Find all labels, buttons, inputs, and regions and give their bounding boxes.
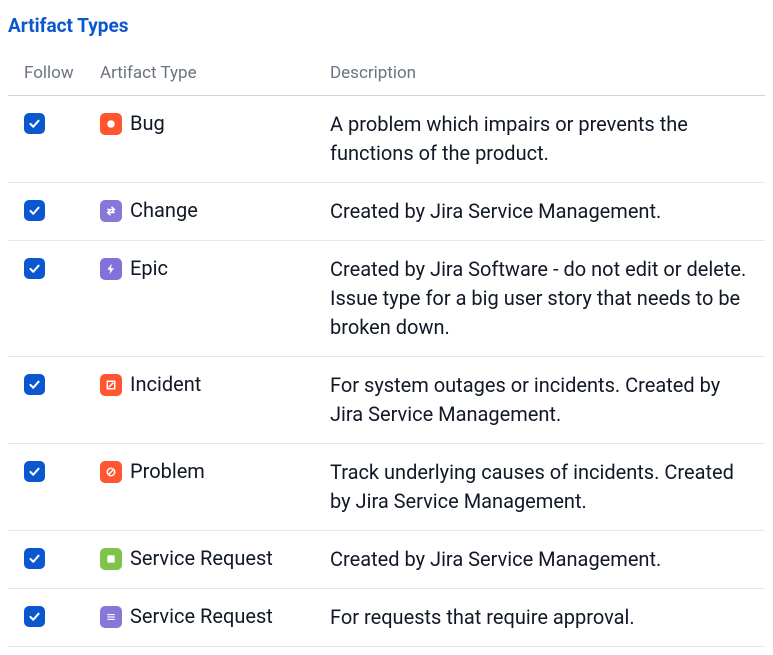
artifact-description: Created by Jira Service Management. — [330, 547, 661, 571]
artifact-type-name: Change — [130, 197, 198, 224]
artifact-description: A problem which impairs or prevents the … — [330, 112, 688, 165]
follow-checkbox[interactable] — [24, 374, 45, 395]
table-row: Service Request Created by Jira Service M… — [8, 531, 765, 589]
bug-icon — [100, 113, 122, 135]
follow-checkbox[interactable] — [24, 258, 45, 279]
table-row: Change Created by Jira Service Management… — [8, 183, 765, 241]
artifact-description: For requests that require approval. — [330, 605, 635, 629]
page-title: Artifact Types — [8, 14, 765, 37]
change-icon — [100, 200, 122, 222]
follow-checkbox[interactable] — [24, 461, 45, 482]
artifact-description: Created by Jira Software - do not edit o… — [330, 257, 746, 339]
artifact-description: Track underlying causes of incidents. Cr… — [330, 460, 734, 513]
artifact-type-name: Epic — [130, 255, 168, 282]
column-header-description: Description — [318, 55, 765, 96]
follow-checkbox[interactable] — [24, 113, 45, 134]
column-header-artifact-type: Artifact Type — [88, 55, 318, 96]
table-row: Service Request For requests that require… — [8, 589, 765, 647]
artifact-type-name: Service Request — [130, 545, 273, 572]
artifact-type-name: Incident — [130, 371, 201, 398]
service-request-approval-icon — [100, 606, 122, 628]
follow-checkbox[interactable] — [24, 548, 45, 569]
artifact-description: For system outages or incidents. Created… — [330, 373, 720, 426]
table-row: Incident For system outages or incidents.… — [8, 357, 765, 444]
table-row: Problem Track underlying causes of incide… — [8, 444, 765, 531]
artifact-type-name: Bug — [130, 110, 165, 137]
epic-icon — [100, 258, 122, 280]
artifact-type-name: Problem — [130, 458, 205, 485]
artifact-type-name: Service Request — [130, 603, 273, 630]
service-request-icon — [100, 548, 122, 570]
column-header-follow: Follow — [8, 55, 88, 96]
table-row: Bug A problem which impairs or prevents t… — [8, 96, 765, 183]
artifact-description: Created by Jira Service Management. — [330, 199, 661, 223]
follow-checkbox[interactable] — [24, 606, 45, 627]
table-row: Epic Created by Jira Software - do not ed… — [8, 241, 765, 357]
artifact-types-table: Follow Artifact Type Description Bug A pr… — [8, 55, 765, 647]
follow-checkbox[interactable] — [24, 200, 45, 221]
problem-icon — [100, 461, 122, 483]
incident-icon — [100, 374, 122, 396]
